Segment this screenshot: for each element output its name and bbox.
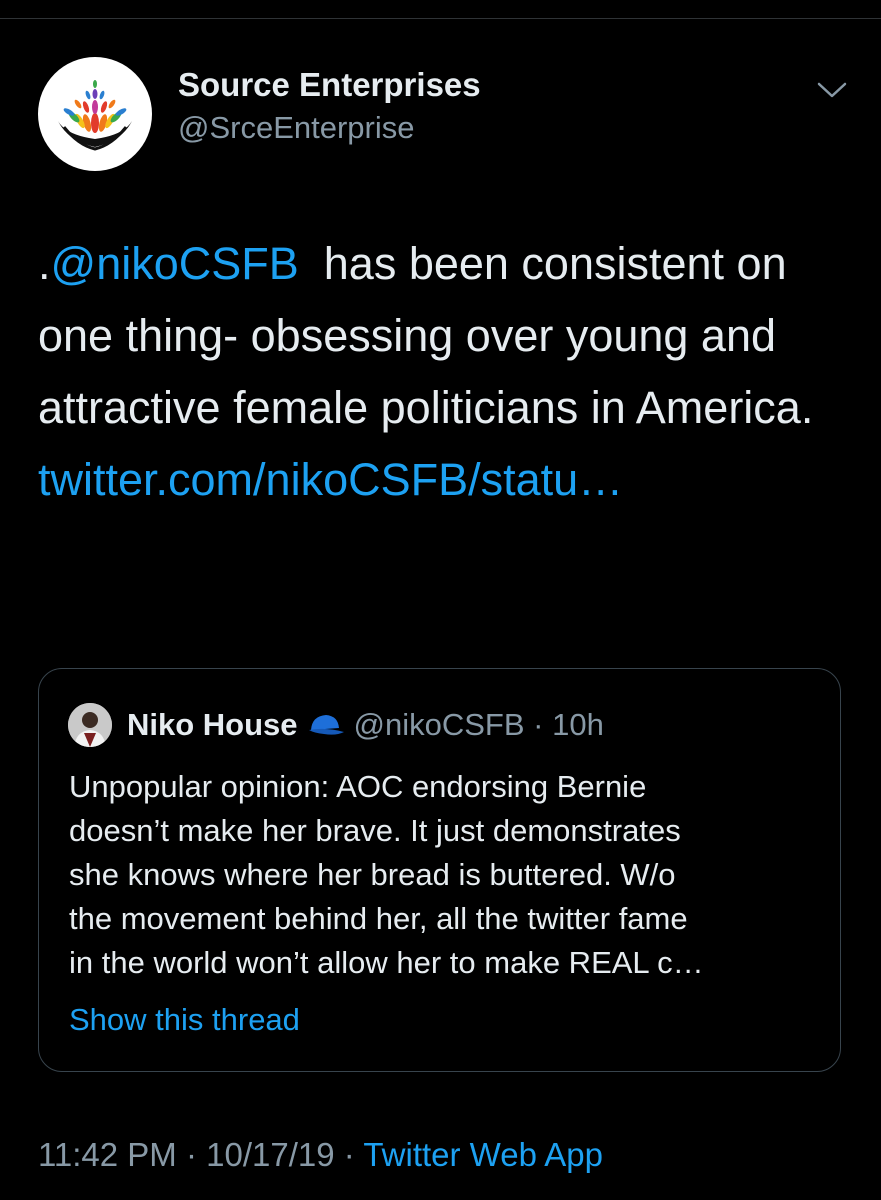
quoted-text-line: the movement behind her, all the twitter…	[69, 901, 688, 936]
quoted-text-line: she knows where her bread is buttered. W…	[69, 857, 676, 892]
source-app-link[interactable]: Twitter Web App	[363, 1136, 603, 1173]
quoted-text: Unpopular opinion: AOC endorsing Bernie …	[69, 765, 829, 985]
chevron-down-icon[interactable]	[815, 78, 849, 102]
tweet-text: .@nikoCSFB has been consistent on one th…	[38, 228, 853, 516]
tweet-meta: 11:42 PM · 10/17/19 · Twitter Web App	[38, 1136, 603, 1174]
quoted-author-avatar	[68, 703, 112, 747]
author-name[interactable]: Source Enterprises	[178, 66, 481, 104]
quoted-text-line: doesn’t make her brave. It just demonstr…	[69, 813, 681, 848]
quoted-author-name: Niko House	[127, 707, 298, 742]
top-divider	[0, 18, 881, 19]
blue-cap-icon	[308, 715, 344, 735]
mention-link[interactable]: @nikoCSFB	[51, 238, 299, 289]
author-handle[interactable]: @SrceEnterprise	[178, 110, 415, 146]
quoted-tweet-card[interactable]: Niko House @nikoCSFB · 10h Unpopular opi…	[38, 668, 841, 1072]
quoted-text-line: in the world won’t allow her to make REA…	[69, 945, 704, 980]
quoted-text-line: Unpopular opinion: AOC endorsing Bernie	[69, 769, 647, 804]
show-thread-link[interactable]: Show this thread	[69, 1002, 300, 1038]
author-avatar[interactable]	[38, 57, 152, 171]
quoted-handle-time: @nikoCSFB · 10h	[353, 707, 604, 742]
lotus-hands-logo-icon	[58, 80, 132, 151]
status-link[interactable]: twitter.com/nikoCSFB/statu…	[38, 454, 623, 505]
tweet-timestamp[interactable]: 11:42 PM · 10/17/19 ·	[38, 1136, 363, 1173]
person-avatar-icon	[68, 703, 112, 747]
tweet-text-prefix: .	[38, 238, 51, 289]
quoted-header: Niko House @nikoCSFB · 10h	[127, 705, 604, 745]
